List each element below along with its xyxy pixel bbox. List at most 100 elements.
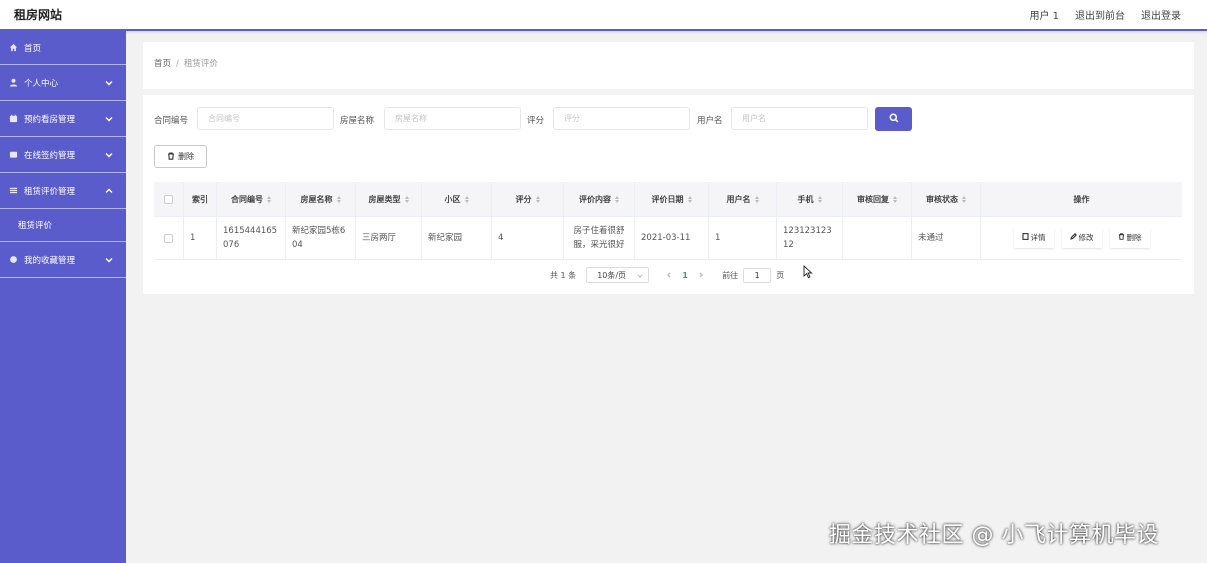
header-house-type[interactable]: 房屋类型 — [356, 182, 422, 216]
header-phone[interactable]: 手机 — [777, 182, 843, 216]
page-size-select[interactable]: 10条/页 — [586, 267, 650, 283]
contract-icon — [8, 150, 18, 160]
next-page-button[interactable] — [694, 268, 708, 282]
sidebar-item-favorites[interactable]: 我的收藏管理 — [0, 242, 126, 278]
chevron-right-icon — [698, 271, 704, 280]
header-contract-no[interactable]: 合同编号 — [217, 182, 286, 216]
user-icon — [8, 78, 18, 88]
cell-contract-no: 1615444165076 — [217, 217, 286, 259]
home-icon — [8, 43, 18, 53]
sidebar-item-viewing-appointments[interactable]: 预约看房管理 — [0, 101, 126, 137]
search-form: 合同编号 房屋名称 评分 用户名 — [143, 107, 1194, 131]
pagination: 共 1 条 10条/页 1 前往 页 — [550, 267, 784, 283]
prev-page-button[interactable] — [662, 268, 676, 282]
score-input[interactable] — [553, 107, 690, 130]
sidebar-item-label: 预约看房管理 — [24, 114, 76, 125]
row-checkbox[interactable] — [164, 233, 173, 243]
cell-house-type: 三房两厅 — [356, 217, 422, 259]
chevron-down-icon — [104, 78, 114, 88]
sort-icon[interactable] — [615, 195, 619, 203]
pagination-total: 共 1 条 — [550, 270, 577, 280]
sort-icon[interactable] — [893, 195, 897, 203]
delete-button[interactable]: 删除 — [1109, 228, 1150, 248]
sidebar-item-label: 我的收藏管理 — [24, 255, 76, 266]
header-username[interactable]: 用户名 — [709, 182, 777, 216]
page-number-current[interactable]: 1 — [676, 271, 694, 280]
header-ops: 操作 — [1073, 194, 1090, 204]
cell-reply — [843, 217, 912, 259]
score-label: 评分 — [527, 116, 545, 126]
cell-community: 新纪家园 — [422, 217, 492, 259]
username-input[interactable] — [731, 107, 868, 130]
header-reply[interactable]: 审核回复 — [843, 182, 912, 216]
breadcrumb-current: 租赁评价 — [183, 59, 218, 69]
sort-icon[interactable] — [535, 195, 540, 203]
sort-icon[interactable] — [336, 195, 341, 203]
logout-link[interactable]: 退出登录 — [1141, 7, 1181, 22]
table-row: 1 1615444165076 新纪家园5栋604 三房两厅 新纪家园 4 房子… — [154, 217, 1182, 260]
contract-no-input[interactable] — [197, 107, 334, 130]
sidebar-item-label: 在线签约管理 — [24, 150, 76, 161]
sidebar-subitem-rental-review[interactable]: 租赁评价 — [0, 209, 126, 242]
breadcrumb-home[interactable]: 首页 — [154, 59, 171, 69]
document-icon — [1021, 231, 1029, 245]
sidebar-item-online-contracts[interactable]: 在线签约管理 — [0, 137, 126, 173]
goto-page-input[interactable] — [743, 267, 772, 283]
sidebar-item-label: 个人中心 — [24, 78, 59, 89]
trash-icon — [1118, 231, 1125, 245]
sort-icon[interactable] — [687, 195, 692, 203]
contract-no-label: 合同编号 — [154, 116, 189, 126]
header-date[interactable]: 评价日期 — [635, 182, 709, 216]
chevron-down-icon — [104, 114, 114, 124]
house-name-label: 房屋名称 — [340, 116, 375, 126]
cell-username: 1 — [709, 217, 777, 259]
sort-icon[interactable] — [464, 195, 469, 203]
cell-phone: 12312312312 — [777, 217, 843, 259]
detail-button[interactable]: 详情 — [1013, 228, 1054, 248]
edit-icon — [1069, 231, 1077, 245]
header-house-name[interactable]: 房屋名称 — [286, 182, 356, 216]
sidebar-item-personal-center[interactable]: 个人中心 — [0, 65, 126, 101]
sidebar: 首页 个人中心 预约看房管理 在线签约管理 租赁评价管理 租赁评价 我的收藏管理 — [0, 31, 126, 563]
breadcrumb-separator: / — [176, 59, 179, 69]
row-select-cell — [154, 217, 184, 259]
goto-label: 前往 — [722, 270, 739, 280]
sidebar-item-rental-review[interactable]: 租赁评价管理 — [0, 173, 126, 209]
header-content[interactable]: 评价内容 — [564, 182, 635, 216]
site-title: 租房网站 — [14, 8, 63, 22]
sidebar-item-home[interactable]: 首页 — [0, 31, 126, 65]
back-to-front-link[interactable]: 退出到前台 — [1075, 7, 1125, 22]
list-icon — [8, 186, 18, 196]
current-user[interactable]: 用户 1 — [1029, 7, 1059, 22]
cell-ops: 详情 修改 删除 — [981, 217, 1182, 259]
header-status[interactable]: 审核状态 — [912, 182, 981, 216]
main-card: 合同编号 房屋名称 评分 用户名 删除 索引 合同编号 房屋名称 房屋类型 小区… — [143, 95, 1194, 294]
chevron-up-icon — [104, 186, 114, 196]
sort-icon[interactable] — [267, 195, 271, 203]
batch-delete-button[interactable]: 删除 — [154, 145, 207, 168]
sort-icon[interactable] — [404, 195, 409, 203]
select-all-cell — [154, 182, 184, 216]
top-header: 租房网站 用户 1 退出到前台 退出登录 — [0, 0, 1207, 31]
chevron-down-icon — [637, 272, 643, 278]
chevron-left-icon — [666, 271, 672, 280]
table-header: 索引 合同编号 房屋名称 房屋类型 小区 评分 评价内容 评价日期 用户名 手机… — [154, 182, 1182, 217]
mouse-cursor-icon — [803, 264, 813, 279]
sort-icon[interactable] — [754, 195, 759, 203]
header-index: 索引 — [184, 182, 217, 216]
review-table: 索引 合同编号 房屋名称 房屋类型 小区 评分 评价内容 评价日期 用户名 手机… — [154, 182, 1182, 260]
header-community[interactable]: 小区 — [422, 182, 492, 216]
breadcrumb: 首页 / 租赁评价 — [154, 57, 218, 69]
sort-icon[interactable] — [817, 195, 822, 203]
header-score[interactable]: 评分 — [492, 182, 564, 216]
sort-icon[interactable] — [962, 195, 966, 203]
breadcrumb-card: 首页 / 租赁评价 — [143, 42, 1194, 89]
edit-button[interactable]: 修改 — [1061, 228, 1102, 248]
select-all-checkbox[interactable] — [164, 194, 173, 204]
search-button[interactable] — [875, 107, 912, 131]
chevron-down-icon — [104, 255, 114, 265]
username-label: 用户名 — [697, 116, 723, 126]
star-icon — [8, 255, 18, 265]
house-name-input[interactable] — [384, 107, 521, 130]
batch-delete-label: 删除 — [178, 152, 194, 161]
